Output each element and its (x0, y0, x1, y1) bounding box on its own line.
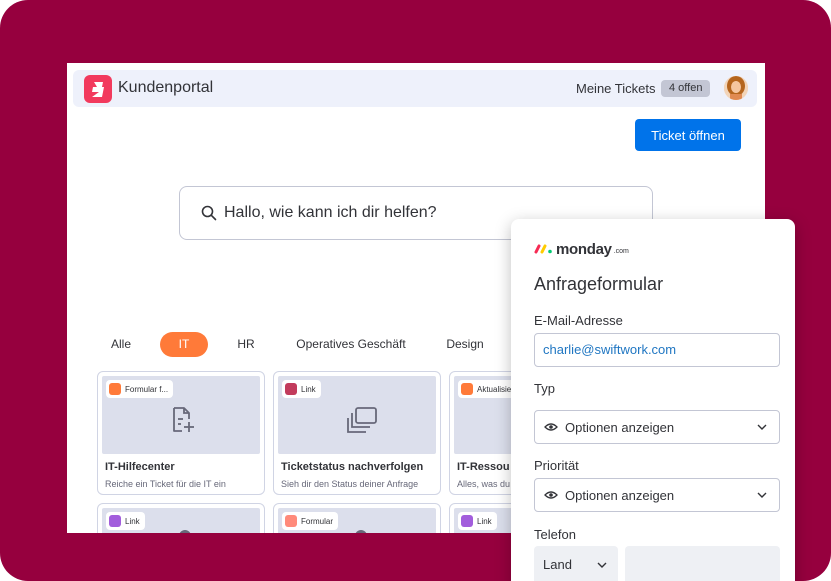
chevron-down-icon (757, 424, 767, 430)
link-icon (285, 383, 297, 395)
card-type-label: Link (477, 516, 492, 526)
type-select-value: Optionen anzeigen (565, 420, 675, 435)
tab-hr[interactable]: HR (227, 332, 265, 357)
search-icon (201, 205, 217, 221)
card-thumbnail: Formular (278, 508, 436, 533)
card-type-label: Formular (301, 516, 334, 526)
form-title: Anfrageformular (534, 274, 664, 294)
form-icon (109, 383, 121, 395)
monday-logo: monday .com (534, 240, 629, 258)
card-type-pill: Link (458, 512, 497, 530)
type-select[interactable]: Optionen anzeigen (534, 410, 780, 444)
my-tickets-link[interactable]: Meine Tickets (576, 81, 655, 96)
portal-logo-icon[interactable] (84, 75, 112, 103)
eye-icon (544, 491, 558, 499)
person-icon (285, 515, 297, 527)
card-ticketstatus[interactable]: Link Ticketstatus nachverfolgen Sieh dir… (273, 371, 441, 495)
priority-select[interactable]: Optionen anzeigen (534, 478, 780, 512)
request-form-panel: monday .com Anfrageformular E-Mail-Adres… (511, 219, 795, 581)
card-title: IT-Ressou (457, 461, 510, 473)
user-avatar[interactable] (724, 76, 748, 100)
tab-alle[interactable]: Alle (100, 332, 142, 357)
card-type-pill: Formular (282, 512, 339, 530)
monday-domain: .com (613, 248, 629, 255)
email-field[interactable]: charlie@swiftwork.com (534, 333, 780, 367)
person-icon (109, 515, 121, 527)
search-placeholder: Hallo, wie kann ich dir helfen? (224, 204, 437, 221)
tab-design[interactable]: Design (437, 332, 493, 357)
person-icon (461, 515, 473, 527)
card-type-label: Aktualisier (477, 384, 514, 394)
tab-it[interactable]: IT (160, 332, 208, 357)
eye-icon (544, 423, 558, 431)
type-label: Typ (534, 381, 555, 396)
card-it-hilfecenter[interactable]: Formular f... IT-Hilfecenter Reiche ein … (97, 371, 265, 495)
background-frame: Kundenportal Meine Tickets 4 offen Ticke… (0, 0, 831, 581)
card-title: IT-Hilfecenter (105, 461, 175, 473)
phone-field[interactable] (625, 546, 780, 581)
card-type-label: Link (125, 516, 140, 526)
portal-title: Kundenportal (118, 79, 214, 96)
open-ticket-button[interactable]: Ticket öffnen (635, 119, 741, 151)
card-thumbnail: Link (102, 508, 260, 533)
avatar-placeholder-icon (355, 530, 367, 533)
card-type-label: Link (301, 384, 316, 394)
card-title: Ticketstatus nachverfolgen (281, 461, 424, 473)
email-label: E-Mail-Adresse (534, 313, 623, 328)
person-icon (461, 383, 473, 395)
tab-operatives-geschaeft[interactable]: Operatives Geschäft (287, 332, 415, 357)
card-type-label: Formular f... (125, 384, 169, 394)
copy-stack-icon (347, 407, 377, 433)
card-description: Alles, was du (457, 479, 511, 489)
card-type-pill: Aktualisier (458, 380, 519, 398)
card-type-pill: Link (106, 512, 145, 530)
card-description: Sieh dir den Status deiner Anfrage (281, 479, 419, 489)
card-row2-2[interactable]: Formular (273, 503, 441, 533)
avatar-placeholder-icon (179, 530, 191, 533)
open-tickets-badge: 4 offen (661, 80, 711, 97)
priority-label: Priorität (534, 458, 579, 473)
phone-label: Telefon (534, 527, 576, 542)
country-select[interactable]: Land (534, 546, 618, 581)
document-add-icon (173, 407, 194, 432)
country-select-value: Land (543, 557, 572, 572)
chevron-down-icon (757, 492, 767, 498)
card-description: Reiche ein Ticket für die IT ein (105, 479, 226, 489)
monday-wordmark: monday (556, 240, 612, 258)
card-row2-1[interactable]: Link (97, 503, 265, 533)
priority-select-value: Optionen anzeigen (565, 488, 675, 503)
monday-brand-icon (534, 244, 552, 254)
portal-header: Kundenportal Meine Tickets 4 offen (73, 70, 757, 107)
card-type-pill: Formular f... (106, 380, 174, 398)
card-thumbnail: Link (278, 376, 436, 454)
card-type-pill: Link (282, 380, 321, 398)
chevron-down-icon (597, 562, 607, 568)
card-thumbnail: Formular f... (102, 376, 260, 454)
